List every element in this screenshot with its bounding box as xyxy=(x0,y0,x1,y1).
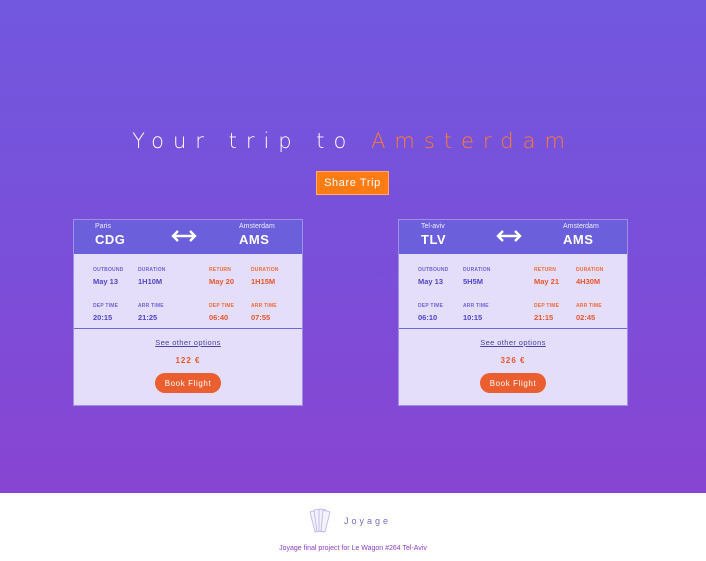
return-date: RETURN May 21 xyxy=(534,267,560,286)
round-trip-arrow-icon xyxy=(496,230,522,242)
price: 122 € xyxy=(175,356,201,365)
origin: Paris CDG xyxy=(95,223,125,247)
see-other-options-link[interactable]: See other options xyxy=(74,338,302,347)
outbound-duration: DURATION 1H10M xyxy=(138,267,166,286)
return-dep-time: DEP TIME 21:15 xyxy=(534,303,560,322)
flight-legs: OUTBOUND May 13 DURATION 1H10M RETURN Ma… xyxy=(74,254,302,329)
origin: Tel-aviv TLV xyxy=(421,223,446,247)
origin-code: TLV xyxy=(421,232,447,247)
origin-city: Paris xyxy=(95,223,111,230)
flight-card-header: Paris CDG Amsterdam AMS xyxy=(74,220,302,254)
hero-section: Your trip to Amsterdam Share Trip Paris … xyxy=(0,0,706,493)
round-trip-arrow-icon xyxy=(171,230,197,242)
title-prefix: Your trip to xyxy=(132,129,356,153)
destination: Amsterdam AMS xyxy=(239,223,275,247)
outbound-arr-time: ARR TIME 10:15 xyxy=(463,303,489,322)
book-flight-button[interactable]: Book Flight xyxy=(155,373,221,393)
return-dep-time: DEP TIME 06:40 xyxy=(209,303,235,322)
destination-city: Amsterdam xyxy=(563,223,599,230)
price: 326 € xyxy=(500,356,526,365)
outbound-duration: DURATION 5H5M xyxy=(463,267,491,286)
page-title: Your trip to Amsterdam xyxy=(0,129,706,153)
destination-city: Amsterdam xyxy=(239,223,275,230)
origin-city: Tel-aviv xyxy=(421,223,445,230)
outbound-date: OUTBOUND May 13 xyxy=(418,267,449,286)
destination: Amsterdam AMS xyxy=(563,223,599,247)
return-arr-time: ARR TIME 07:55 xyxy=(251,303,277,322)
return-arr-time: ARR TIME 02:45 xyxy=(576,303,602,322)
card-divider xyxy=(399,328,627,329)
outbound-dep-time: DEP TIME 06:10 xyxy=(418,303,444,322)
outbound-arr-time: ARR TIME 21:25 xyxy=(138,303,164,322)
share-trip-button[interactable]: Share Trip xyxy=(316,171,389,195)
destination-code: AMS xyxy=(239,232,270,247)
brand-name: Joyage xyxy=(344,516,392,526)
flight-card: Tel-aviv TLV Amsterdam AMS OUTBOUND May … xyxy=(398,219,628,406)
flight-card: Paris CDG Amsterdam AMS OUTBOUND May 13 … xyxy=(73,219,303,406)
title-city: Amsterdam xyxy=(371,129,574,153)
see-other-options-link[interactable]: See other options xyxy=(399,338,627,347)
destination-code: AMS xyxy=(563,232,594,247)
flight-legs: OUTBOUND May 13 DURATION 5H5M RETURN May… xyxy=(399,254,627,329)
fan-cards-logo-icon xyxy=(309,508,331,533)
return-duration: DURATION 4H30M xyxy=(576,267,604,286)
return-duration: DURATION 1H15M xyxy=(251,267,279,286)
outbound-date: OUTBOUND May 13 xyxy=(93,267,124,286)
origin-code: CDG xyxy=(95,232,126,247)
book-flight-button[interactable]: Book Flight xyxy=(480,373,546,393)
footer-credit: Joyage final project for Le Wagon #264 T… xyxy=(279,545,427,552)
return-date: RETURN May 20 xyxy=(209,267,235,286)
outbound-dep-time: DEP TIME 20:15 xyxy=(93,303,119,322)
flight-card-header: Tel-aviv TLV Amsterdam AMS xyxy=(399,220,627,254)
card-divider xyxy=(74,328,302,329)
